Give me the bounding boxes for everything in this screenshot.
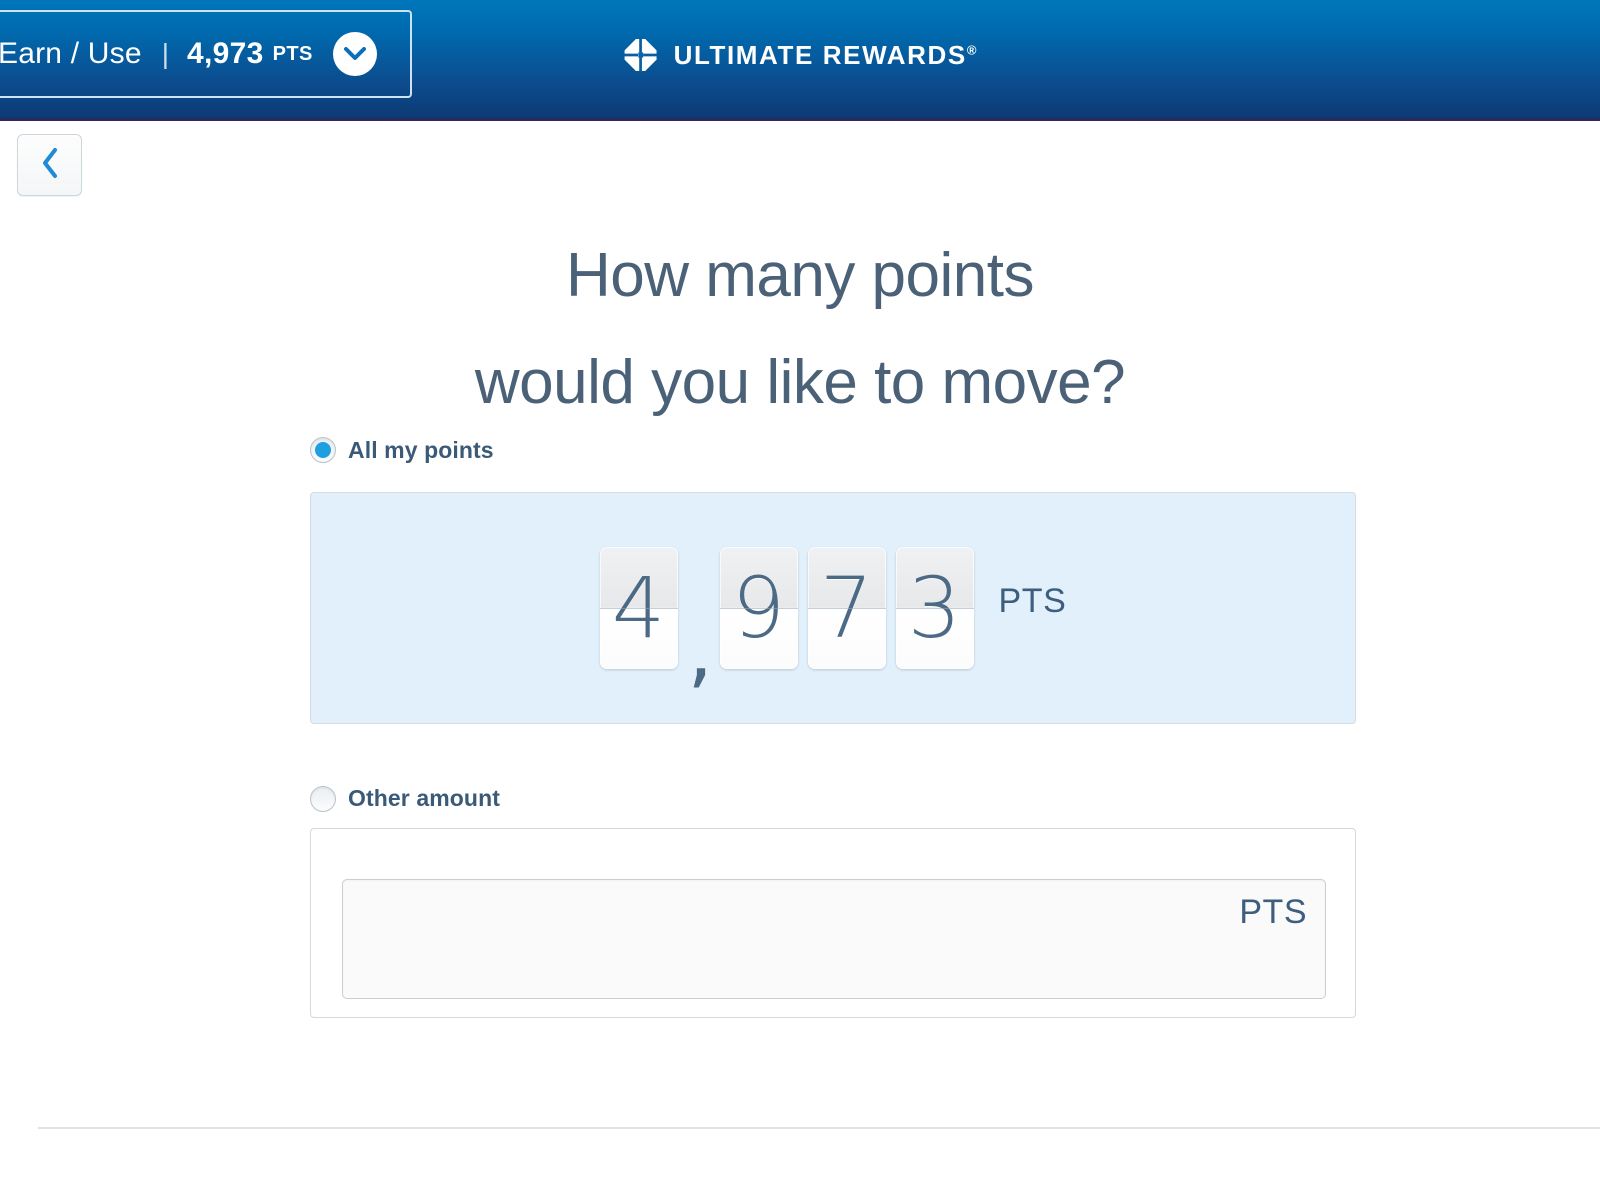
flip-digit-tile: 9: [719, 547, 798, 669]
other-amount-unit-label: PTS: [1239, 893, 1307, 931]
brand-name: ULTIMATE REWARDS®: [673, 39, 977, 70]
header-points-unit: PTS: [272, 42, 313, 65]
page-title-line-1: How many points: [565, 240, 1035, 310]
radio-option-all-my-points[interactable]: All my points: [310, 430, 1356, 470]
content-divider: [38, 1127, 1600, 1129]
other-amount-input-wrapper[interactable]: PTS: [342, 879, 1326, 999]
earn-use-points-button[interactable]: Earn / Use | 4,973 PTS: [0, 10, 412, 98]
page-title: How many points would you like to move?: [0, 222, 1600, 436]
points-amount-form: All my points 4 , 9 7 3 PTS Other amount…: [310, 430, 1356, 1018]
header-separator: |: [161, 38, 170, 69]
flip-counter-unit: PTS: [998, 582, 1067, 620]
radio-other-amount[interactable]: [310, 785, 336, 812]
flip-separator-value: ,: [687, 604, 713, 697]
other-amount-input[interactable]: [357, 890, 1257, 988]
header-points-value: 4,973: [187, 37, 264, 70]
flip-digit-tile: 3: [895, 547, 974, 669]
radio-label-other-amount: Other amount: [348, 785, 500, 811]
chevron-down-icon[interactable]: [332, 32, 377, 76]
registered-mark: ®: [966, 41, 977, 57]
app-header: Earn / Use | 4,973 PTS ULTIMATE REWARDS®: [0, 0, 1600, 118]
flip-digit-separator: ,: [688, 547, 713, 691]
chevron-left-icon: [40, 147, 60, 184]
flip-digit-tile: 7: [807, 547, 886, 669]
all-points-display-panel: 4 , 9 7 3 PTS: [310, 492, 1356, 724]
flip-digit-value: 7: [819, 559, 874, 657]
header-underline: [0, 118, 1600, 121]
radio-all-my-points[interactable]: [310, 437, 336, 463]
flip-digit-value: 9: [731, 559, 786, 657]
radio-label-all-my-points: All my points: [348, 436, 494, 463]
flip-digit-tile: 4: [599, 547, 678, 669]
earn-use-label: Earn / Use: [0, 37, 142, 70]
page-title-line-2: would you like to move?: [474, 347, 1126, 417]
radio-option-other-amount[interactable]: Other amount: [310, 785, 500, 812]
page-root: Earn / Use | 4,973 PTS ULTIMATE REWARDS®…: [0, 0, 1600, 1200]
back-button[interactable]: [17, 134, 82, 196]
flip-digit-value: 4: [611, 559, 666, 657]
flip-counter: 4 , 9 7 3 PTS: [311, 493, 1355, 723]
flip-digit-value: 3: [907, 559, 962, 657]
other-amount-panel: PTS: [310, 828, 1356, 1018]
brand-logo: ULTIMATE REWARDS®: [623, 38, 977, 72]
chase-octagon-logo-icon: [623, 38, 658, 72]
flip-digit-group: 4 , 9 7 3 PTS: [599, 547, 1067, 691]
